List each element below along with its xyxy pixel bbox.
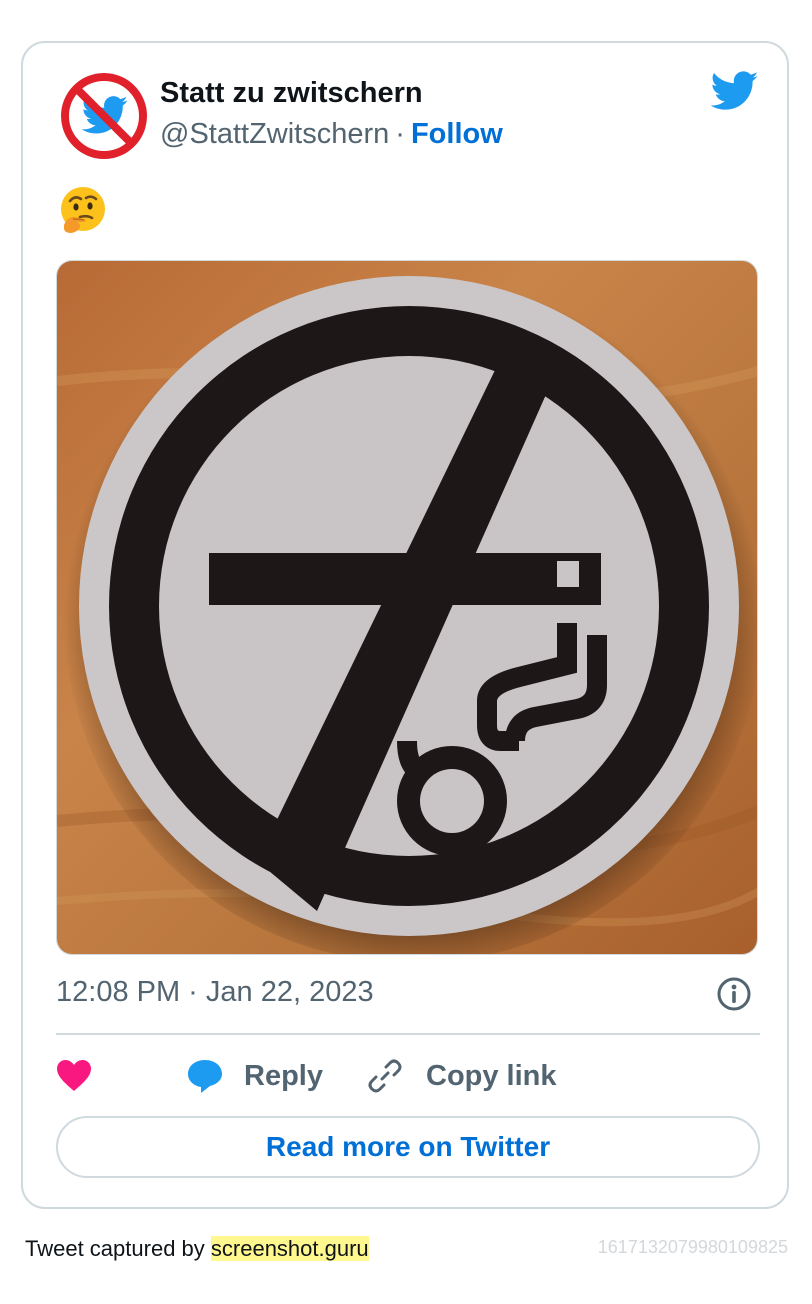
tweet-photo[interactable] — [56, 260, 758, 955]
divider — [56, 1033, 760, 1035]
twitter-logo-icon[interactable] — [711, 71, 759, 113]
capture-credit-prefix: Tweet captured by — [25, 1236, 211, 1261]
copy-link-button[interactable]: Copy link — [366, 1051, 557, 1101]
user-handle[interactable]: @StattZwitschern — [160, 118, 389, 150]
tweet-actions: Reply Copy link — [56, 1051, 760, 1101]
tweet-timestamp[interactable]: 12:08 PM · Jan 22, 2023 — [56, 976, 374, 1009]
avatar[interactable] — [58, 70, 150, 162]
no-smoking-sign-photo — [57, 261, 757, 954]
speech-bubble-icon — [188, 1060, 222, 1093]
follow-link[interactable]: Follow — [411, 118, 503, 150]
heart-icon — [57, 1060, 91, 1091]
like-button[interactable] — [56, 1051, 92, 1101]
display-name[interactable]: Statt zu zwitschern — [160, 77, 423, 110]
read-more-button[interactable]: Read more on Twitter — [56, 1116, 760, 1178]
screenshot-guru-link[interactable]: screenshot.guru — [210, 1236, 369, 1261]
handle-row: @StattZwitschern · Follow — [160, 118, 503, 151]
capture-credit: Tweet captured by screenshot.guru — [25, 1236, 369, 1262]
reply-label: Reply — [244, 1059, 323, 1092]
separator-dot: · — [395, 118, 405, 150]
info-icon[interactable] — [716, 976, 752, 1012]
copy-link-label: Copy link — [426, 1059, 557, 1092]
link-icon — [368, 1059, 402, 1093]
reply-button[interactable]: Reply — [186, 1051, 323, 1101]
tweet-id: 1617132079980109825 — [597, 1237, 788, 1257]
thinking-face-emoji — [61, 187, 105, 233]
tweet-card: Statt zu zwitschern @StattZwitschern · Fol… — [21, 41, 789, 1209]
